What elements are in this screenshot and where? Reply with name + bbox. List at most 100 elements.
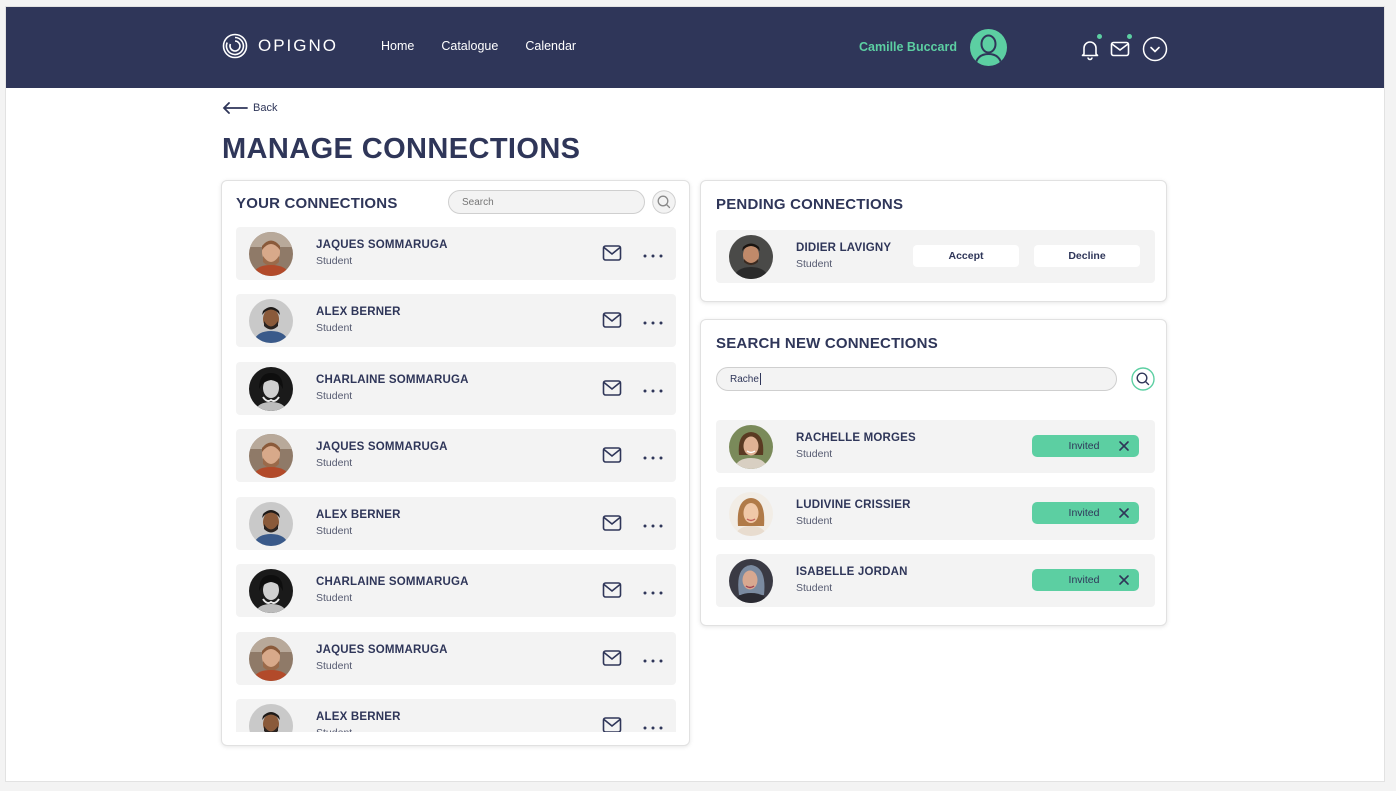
- notification-dot: [1097, 34, 1102, 39]
- connection-role: Student: [316, 390, 353, 402]
- search-query: Rache: [730, 373, 759, 385]
- mail-icon[interactable]: [602, 244, 622, 262]
- connection-role: Student: [316, 660, 353, 672]
- connection-row[interactable]: CHARLAINE SOMMARUGA Student: [236, 564, 676, 617]
- connection-role: Student: [316, 457, 353, 469]
- more-options-icon[interactable]: [642, 649, 664, 667]
- search-result-row[interactable]: RACHELLE MORGES Student Invited: [716, 420, 1155, 473]
- bell-icon[interactable]: [1078, 37, 1102, 61]
- close-icon[interactable]: [1118, 507, 1130, 519]
- more-options-icon[interactable]: [642, 581, 664, 599]
- app-frame: OPIGNO Home Catalogue Calendar Camille B…: [5, 6, 1385, 782]
- search-result-row[interactable]: LUDIVINE CRISSIER Student Invited: [716, 487, 1155, 540]
- connections-search-input[interactable]: [448, 190, 645, 214]
- result-name: ISABELLE JORDAN: [796, 566, 908, 578]
- connection-name: CHARLAINE SOMMARUGA: [316, 374, 469, 386]
- connection-role: Student: [316, 592, 353, 604]
- decline-button[interactable]: Decline: [1034, 245, 1140, 267]
- avatar: [249, 502, 293, 546]
- arrow-left-icon: [222, 102, 248, 114]
- close-icon[interactable]: [1118, 574, 1130, 586]
- mail-icon[interactable]: [602, 514, 622, 532]
- message-dot: [1127, 34, 1132, 39]
- connections-list: JAQUES SOMMARUGA Student ALEX BERNER Stu…: [236, 227, 676, 732]
- result-role: Student: [796, 448, 833, 460]
- new-connections-search-input[interactable]: Rache: [716, 367, 1117, 391]
- connection-row[interactable]: CHARLAINE SOMMARUGA Student: [236, 362, 676, 415]
- more-options-icon[interactable]: [642, 311, 664, 329]
- back-link[interactable]: Back: [222, 102, 277, 114]
- pending-row: DIDIER LAVIGNY Student Accept Decline: [716, 230, 1155, 283]
- connection-row[interactable]: JAQUES SOMMARUGA Student: [236, 429, 676, 482]
- connection-name: CHARLAINE SOMMARUGA: [316, 576, 469, 588]
- more-options-icon[interactable]: [642, 244, 664, 262]
- connection-name: JAQUES SOMMARUGA: [316, 441, 448, 453]
- search-new-connections-title: SEARCH NEW CONNECTIONS: [716, 335, 938, 352]
- chevron-down-icon[interactable]: [1142, 36, 1168, 62]
- connection-role: Student: [316, 727, 352, 732]
- your-connections-title: YOUR CONNECTIONS: [236, 195, 398, 212]
- pending-name: DIDIER LAVIGNY: [796, 242, 892, 254]
- back-label: Back: [253, 102, 278, 114]
- text-cursor: [759, 373, 761, 385]
- mail-icon[interactable]: [602, 446, 622, 464]
- connection-row[interactable]: JAQUES SOMMARUGA Student: [236, 632, 676, 685]
- avatar: [249, 367, 293, 411]
- nav-catalogue[interactable]: Catalogue: [441, 39, 498, 53]
- search-new-connections-card: SEARCH NEW CONNECTIONS Rache RACHELLE MO…: [700, 319, 1167, 626]
- connection-row[interactable]: ALEX BERNER Student: [236, 294, 676, 347]
- mail-icon[interactable]: [602, 649, 622, 667]
- more-options-icon[interactable]: [642, 379, 664, 397]
- pending-role: Student: [796, 258, 833, 270]
- avatar: [729, 425, 773, 469]
- avatar: [729, 559, 773, 603]
- connection-role: Student: [316, 525, 353, 537]
- connection-name: ALEX BERNER: [316, 509, 401, 521]
- pending-connections-card: PENDING CONNECTIONS DIDIER LAVIGNY Stude…: [700, 180, 1167, 302]
- avatar: [729, 235, 773, 279]
- connection-role: Student: [316, 255, 353, 267]
- page-title: MANAGE CONNECTIONS: [222, 133, 581, 165]
- connection-name: ALEX BERNER: [316, 306, 401, 318]
- mail-icon[interactable]: [602, 716, 622, 732]
- invited-badge: Invited: [1032, 502, 1139, 524]
- pending-connections-title: PENDING CONNECTIONS: [716, 196, 904, 213]
- result-name: LUDIVINE CRISSIER: [796, 499, 911, 511]
- connection-name: JAQUES SOMMARUGA: [316, 644, 448, 656]
- more-options-icon[interactable]: [642, 446, 664, 464]
- mail-icon[interactable]: [1108, 37, 1132, 61]
- nav-home[interactable]: Home: [381, 39, 414, 53]
- avatar: [249, 637, 293, 681]
- invited-badge: Invited: [1032, 435, 1139, 457]
- avatar: [249, 704, 293, 732]
- more-options-icon[interactable]: [642, 716, 664, 732]
- logo-text: OPIGNO: [258, 36, 339, 55]
- result-role: Student: [796, 515, 833, 527]
- user-name[interactable]: Camille Buccard: [859, 40, 957, 54]
- avatar: [249, 232, 293, 276]
- search-result-row[interactable]: ISABELLE JORDAN Student Invited: [716, 554, 1155, 607]
- mail-icon[interactable]: [602, 581, 622, 599]
- search-icon[interactable]: [652, 190, 676, 214]
- connection-role: Student: [316, 322, 353, 334]
- connection-row[interactable]: JAQUES SOMMARUGA Student: [236, 227, 676, 280]
- nav-calendar[interactable]: Calendar: [525, 39, 576, 53]
- avatar: [249, 569, 293, 613]
- mail-icon[interactable]: [602, 311, 622, 329]
- search-icon[interactable]: [1131, 367, 1155, 391]
- your-connections-card: YOUR CONNECTIONS JAQUES SOMMARUGA Studen…: [221, 180, 690, 746]
- result-role: Student: [796, 582, 833, 594]
- opigno-logo-icon: [222, 33, 248, 59]
- user-avatar[interactable]: [970, 29, 1007, 66]
- connection-row[interactable]: ALEX BERNER Student: [236, 699, 676, 732]
- connection-name: ALEX BERNER: [316, 711, 401, 723]
- mail-icon[interactable]: [602, 379, 622, 397]
- close-icon[interactable]: [1118, 440, 1130, 452]
- user-silhouette-icon: [974, 34, 1003, 66]
- connection-row[interactable]: ALEX BERNER Student: [236, 497, 676, 550]
- top-navigation-bar: OPIGNO Home Catalogue Calendar Camille B…: [6, 7, 1384, 88]
- logo[interactable]: OPIGNO: [222, 33, 338, 59]
- more-options-icon[interactable]: [642, 514, 664, 532]
- avatar: [249, 299, 293, 343]
- accept-button[interactable]: Accept: [913, 245, 1019, 267]
